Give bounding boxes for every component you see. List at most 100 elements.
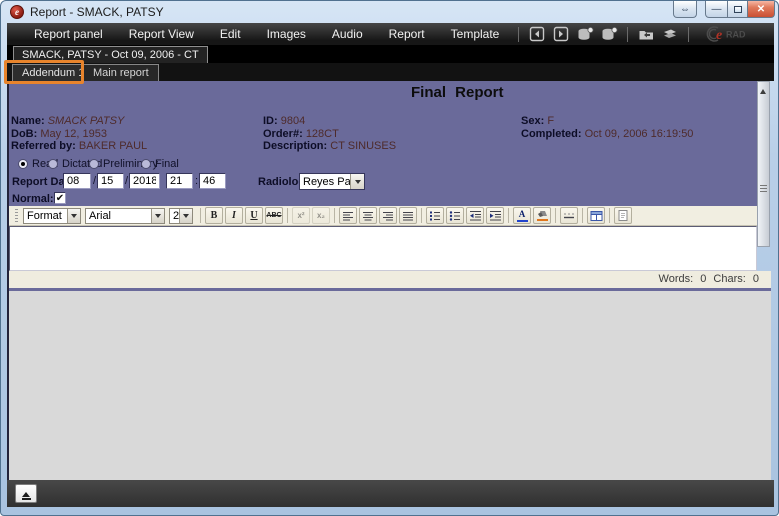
resize-icon: ⇔ bbox=[680, 4, 690, 15]
font-select[interactable]: Arial bbox=[85, 208, 165, 224]
minimize-button[interactable]: — bbox=[705, 1, 728, 18]
patient-info-col3: Sex: F Completed: Oct 09, 2006 16:19:50 bbox=[521, 115, 693, 140]
align-justify-button[interactable] bbox=[399, 207, 417, 224]
patient-name: SMACK PATSY bbox=[48, 115, 125, 127]
chevron-down-icon bbox=[67, 209, 80, 223]
strikethrough-button[interactable]: ABC bbox=[265, 207, 283, 224]
scroll-up-icon[interactable] bbox=[760, 86, 766, 94]
radiologist-select[interactable]: Reyes Paola bbox=[299, 173, 365, 190]
toolbar-grip[interactable] bbox=[15, 209, 18, 223]
align-center-button[interactable] bbox=[359, 207, 377, 224]
completed-datetime: Oct 09, 2006 16:19:50 bbox=[585, 128, 694, 140]
editor-toolbar: Format Arial 2 B I U ABC x² x₂ A bbox=[9, 206, 757, 226]
report-time-hour-input[interactable] bbox=[166, 173, 193, 189]
close-icon: ✕ bbox=[757, 4, 765, 15]
vertical-splitter[interactable] bbox=[757, 81, 770, 247]
maximize-button[interactable] bbox=[728, 1, 748, 18]
indent-button[interactable] bbox=[486, 207, 504, 224]
normal-checkbox[interactable]: ✔ bbox=[54, 192, 66, 204]
toolbar-separator bbox=[688, 27, 689, 42]
menu-images[interactable]: Images bbox=[254, 23, 319, 45]
insert-table-button[interactable] bbox=[587, 207, 605, 224]
outdent-button[interactable] bbox=[466, 207, 484, 224]
radiologist-value: Reyes Paola bbox=[300, 176, 350, 188]
toolbar-separator bbox=[518, 27, 519, 42]
chars-label: Chars: bbox=[713, 273, 745, 285]
prev-report-icon[interactable] bbox=[526, 25, 548, 43]
study-tab[interactable]: SMACK, PATSY - Oct 09, 2006 - CT bbox=[13, 46, 208, 63]
report-title: Final Report bbox=[411, 84, 504, 101]
format-select[interactable]: Format bbox=[23, 208, 81, 224]
title-bar: e Report - SMACK, PATSY ⇔ — ✕ bbox=[1, 1, 778, 23]
radio-button-icon bbox=[18, 159, 28, 169]
report-date-day-input[interactable] bbox=[97, 173, 124, 189]
open-folder-icon[interactable] bbox=[635, 25, 657, 43]
close-button[interactable]: ✕ bbox=[748, 1, 775, 18]
menu-report-panel[interactable]: Report panel bbox=[21, 23, 116, 45]
report-text-editor[interactable] bbox=[9, 226, 757, 271]
chars-count: 0 bbox=[753, 273, 759, 285]
toolbar-separator bbox=[627, 27, 628, 42]
date-separator: / bbox=[93, 175, 96, 187]
subscript-button[interactable]: x₂ bbox=[312, 207, 330, 224]
maximize-icon bbox=[734, 6, 742, 13]
menu-report[interactable]: Report bbox=[376, 23, 438, 45]
underline-button[interactable]: U bbox=[245, 207, 263, 224]
patient-dob: May 12, 1953 bbox=[40, 128, 107, 140]
lower-panel bbox=[9, 291, 771, 480]
save-record-icon[interactable] bbox=[574, 25, 596, 43]
align-left-button[interactable] bbox=[339, 207, 357, 224]
brand-text: RAD bbox=[726, 30, 746, 40]
info-line: Completed: Oct 09, 2006 16:19:50 bbox=[521, 128, 693, 141]
patient-sex: F bbox=[547, 115, 554, 127]
menu-template[interactable]: Template bbox=[438, 23, 513, 45]
order-number: 128CT bbox=[306, 128, 339, 140]
study-tab-bar: SMACK, PATSY - Oct 09, 2006 - CT bbox=[7, 45, 774, 63]
book-icon[interactable] bbox=[659, 25, 681, 43]
patient-info-col2: ID: 9804 Order#: 128CT Description: CT S… bbox=[263, 115, 396, 153]
superscript-button[interactable]: x² bbox=[292, 207, 310, 224]
editor-status-bar: Words: 0 Chars: 0 bbox=[9, 271, 771, 288]
menu-report-view[interactable]: Report View bbox=[116, 23, 207, 45]
report-date-year-input[interactable] bbox=[129, 173, 160, 189]
info-line: Description: CT SINUSES bbox=[263, 140, 396, 153]
report-date-month-input[interactable] bbox=[63, 173, 91, 189]
erad-logo: e RAD bbox=[696, 23, 762, 45]
study-description: CT SINUSES bbox=[330, 140, 396, 152]
tab-main-report[interactable]: Main report bbox=[83, 64, 159, 81]
menu-bar: Report panel Report View Edit Images Aud… bbox=[7, 23, 774, 45]
chevron-down-icon[interactable] bbox=[350, 174, 364, 189]
document-source-button[interactable] bbox=[614, 207, 632, 224]
radio-final[interactable]: Final bbox=[141, 158, 179, 170]
splitter-grip-icon bbox=[760, 185, 767, 193]
checkmark-icon: ✔ bbox=[56, 193, 64, 204]
radio-button-icon bbox=[141, 159, 151, 169]
italic-button[interactable]: I bbox=[225, 207, 243, 224]
menu-audio[interactable]: Audio bbox=[319, 23, 376, 45]
highlight-color-button[interactable] bbox=[533, 207, 551, 224]
report-time-minute-input[interactable] bbox=[199, 173, 226, 189]
bold-button[interactable]: B bbox=[205, 207, 223, 224]
unordered-list-button[interactable] bbox=[446, 207, 464, 224]
font-color-button[interactable]: A bbox=[513, 207, 531, 224]
ordered-list-button[interactable] bbox=[426, 207, 444, 224]
report-tab-bar: Addendum 1 Main report bbox=[7, 63, 774, 81]
info-line: Sex: F bbox=[521, 115, 693, 128]
align-right-button[interactable] bbox=[379, 207, 397, 224]
words-count: 0 bbox=[700, 273, 706, 285]
font-size-select[interactable]: 2 bbox=[169, 208, 193, 224]
report-window: e Report - SMACK, PATSY ⇔ — ✕ Report pan… bbox=[0, 0, 779, 516]
words-label: Words: bbox=[659, 273, 694, 285]
menu-edit[interactable]: Edit bbox=[207, 23, 254, 45]
report-header-panel: Final Report Name: SMACK PATSY DoB: May … bbox=[9, 81, 757, 206]
chevron-down-icon bbox=[151, 209, 164, 223]
next-report-icon[interactable] bbox=[550, 25, 572, 43]
save-record-next-icon[interactable] bbox=[598, 25, 620, 43]
collapse-panel-button[interactable] bbox=[15, 484, 37, 503]
resize-button[interactable]: ⇔ bbox=[673, 1, 697, 18]
info-line: Name: SMACK PATSY bbox=[11, 115, 147, 128]
date-separator: / bbox=[125, 175, 128, 187]
horizontal-rule-button[interactable] bbox=[560, 207, 578, 224]
radio-button-icon bbox=[89, 159, 99, 169]
info-line: DoB: May 12, 1953 bbox=[11, 128, 147, 141]
